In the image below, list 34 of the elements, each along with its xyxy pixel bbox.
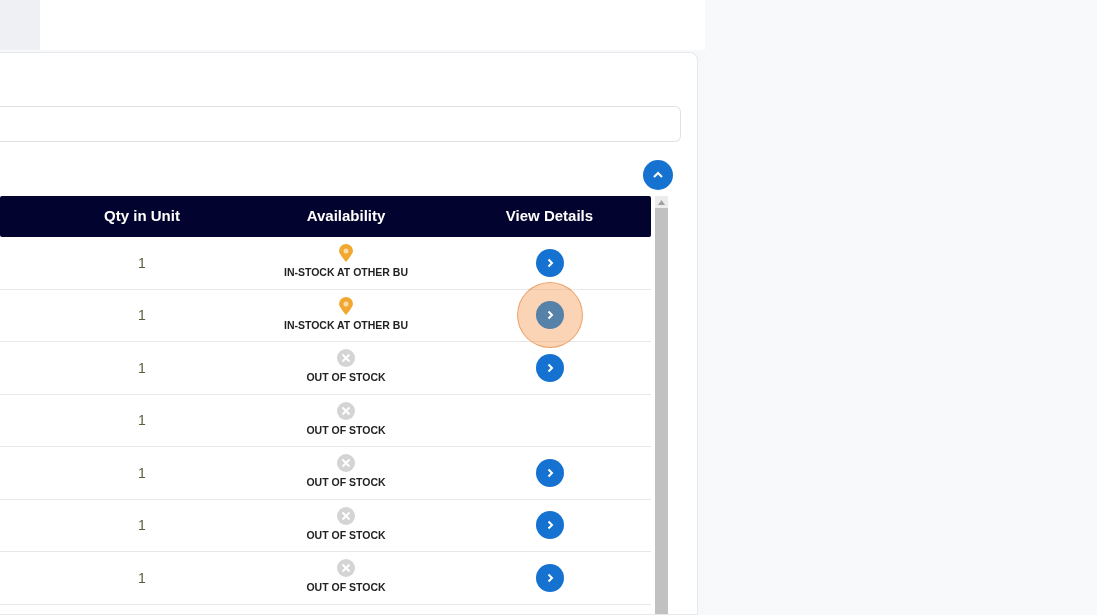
scroll-up-button[interactable] (643, 160, 673, 190)
column-header: Availability (306, 207, 386, 225)
qty-cell: 1 (138, 517, 146, 534)
availability-label: OUT OF STOCK (306, 475, 386, 491)
chevron-right-icon (547, 520, 553, 530)
column-header: Qty in Unit (104, 207, 180, 225)
view-details-button[interactable] (535, 511, 564, 540)
availability-label: OUT OF STOCK (306, 527, 386, 543)
qty-cell: 1 (138, 464, 146, 481)
qty-cell: 1 (138, 412, 146, 429)
availability-label: OUT OF STOCK (306, 370, 386, 386)
availability-label: OUT OF STOCK (306, 422, 386, 438)
chevron-right-icon (547, 573, 553, 583)
view-details-button[interactable] (535, 458, 564, 487)
view-details-button[interactable] (535, 301, 564, 330)
view-details-button[interactable] (535, 563, 564, 592)
qty-cell: 1 (138, 254, 146, 271)
availability-label: IN-STOCK AT OTHER BU (283, 265, 409, 281)
chevron-right-icon (547, 468, 553, 478)
availability-label: OUT OF STOCK (306, 580, 386, 596)
chevron-right-icon (547, 310, 553, 320)
search-field[interactable] (0, 106, 681, 142)
qty-cell: 1 (138, 569, 146, 586)
view-details-button[interactable] (535, 353, 564, 382)
scrollbar[interactable] (655, 196, 668, 614)
chevron-right-icon (547, 258, 553, 268)
availability-label: IN-STOCK AT OTHER BU (283, 317, 409, 333)
chevron-up-icon (653, 171, 663, 178)
view-details-button[interactable] (535, 248, 564, 277)
qty-cell: 1 (138, 307, 146, 324)
chevron-right-icon (547, 363, 553, 373)
qty-cell: 1 (138, 359, 146, 376)
column-header: View Details (505, 207, 594, 225)
scroll-arrow-icon (658, 199, 665, 205)
